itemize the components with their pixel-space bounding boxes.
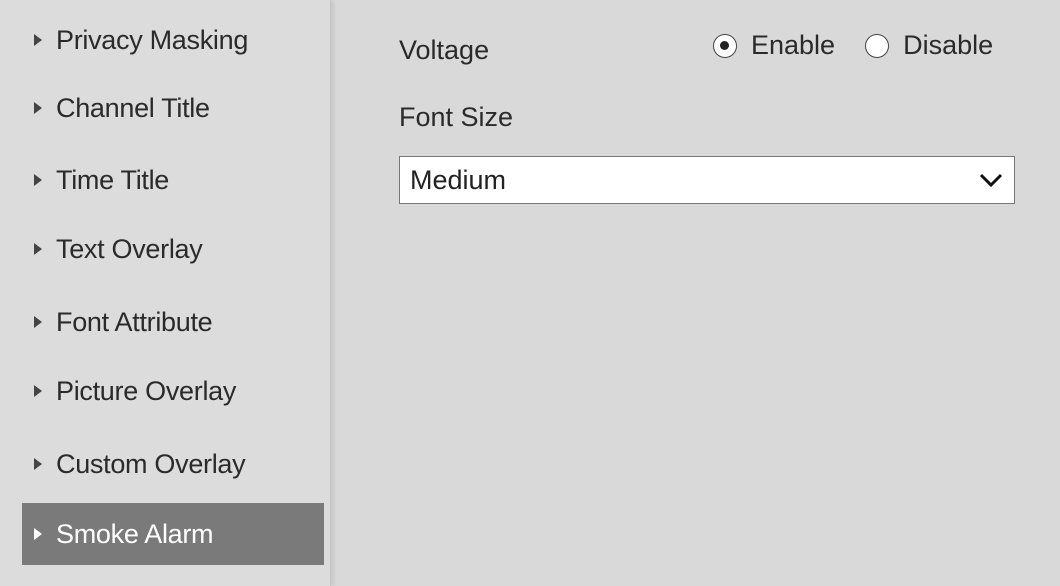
triangle-right-icon — [34, 102, 42, 114]
triangle-right-icon — [34, 243, 42, 255]
voltage-radio-group: Enable Disable — [713, 30, 993, 61]
voltage-disable-radio[interactable]: Disable — [865, 30, 993, 61]
sidebar-item-label: Privacy Masking — [56, 24, 249, 55]
settings-panel: Voltage Enable Disable Font Size Medium — [331, 0, 1060, 586]
triangle-right-icon — [34, 528, 42, 540]
triangle-right-icon — [34, 316, 42, 328]
enable-label: Enable — [751, 30, 836, 60]
triangle-right-icon — [34, 174, 42, 186]
sidebar-item-time-title[interactable]: Time Title — [22, 150, 324, 210]
disable-label: Disable — [903, 30, 994, 60]
font-size-select[interactable]: Medium — [399, 156, 1015, 204]
sidebar-item-font-attribute[interactable]: Font Attribute — [22, 292, 324, 352]
sidebar-item-label: Channel Title — [56, 92, 210, 123]
triangle-right-icon — [34, 458, 42, 470]
chevron-down-icon[interactable] — [978, 171, 1004, 189]
sidebar-item-label: Text Overlay — [56, 233, 203, 264]
sidebar-item-custom-overlay[interactable]: Custom Overlay — [22, 434, 324, 494]
sidebar-item-channel-title[interactable]: Channel Title — [22, 78, 324, 138]
radio-checked-icon[interactable] — [713, 33, 737, 58]
sidebar-item-label: Smoke Alarm — [56, 518, 214, 549]
page: Privacy Masking Channel Title Time Title… — [0, 0, 1060, 586]
triangle-right-icon — [34, 34, 42, 46]
sidebar-item-smoke-alarm[interactable]: Smoke Alarm — [22, 503, 324, 565]
sidebar-item-label: Time Title — [56, 164, 170, 195]
sidebar-item-label: Font Attribute — [56, 306, 213, 337]
voltage-label: Voltage — [399, 35, 490, 65]
voltage-enable-radio[interactable]: Enable — [713, 30, 835, 61]
font-size-label: Font Size — [399, 102, 514, 132]
sidebar-item-text-overlay[interactable]: Text Overlay — [22, 219, 324, 279]
sidebar-item-privacy-masking[interactable]: Privacy Masking — [22, 10, 324, 70]
triangle-right-icon — [34, 385, 42, 397]
sidebar-item-label: Picture Overlay — [56, 375, 237, 406]
sidebar: Privacy Masking Channel Title Time Title… — [0, 0, 331, 586]
font-size-value: Medium — [410, 164, 507, 195]
sidebar-item-picture-overlay[interactable]: Picture Overlay — [22, 361, 324, 421]
radio-unchecked-icon[interactable] — [865, 33, 890, 58]
sidebar-item-label: Custom Overlay — [56, 448, 246, 479]
